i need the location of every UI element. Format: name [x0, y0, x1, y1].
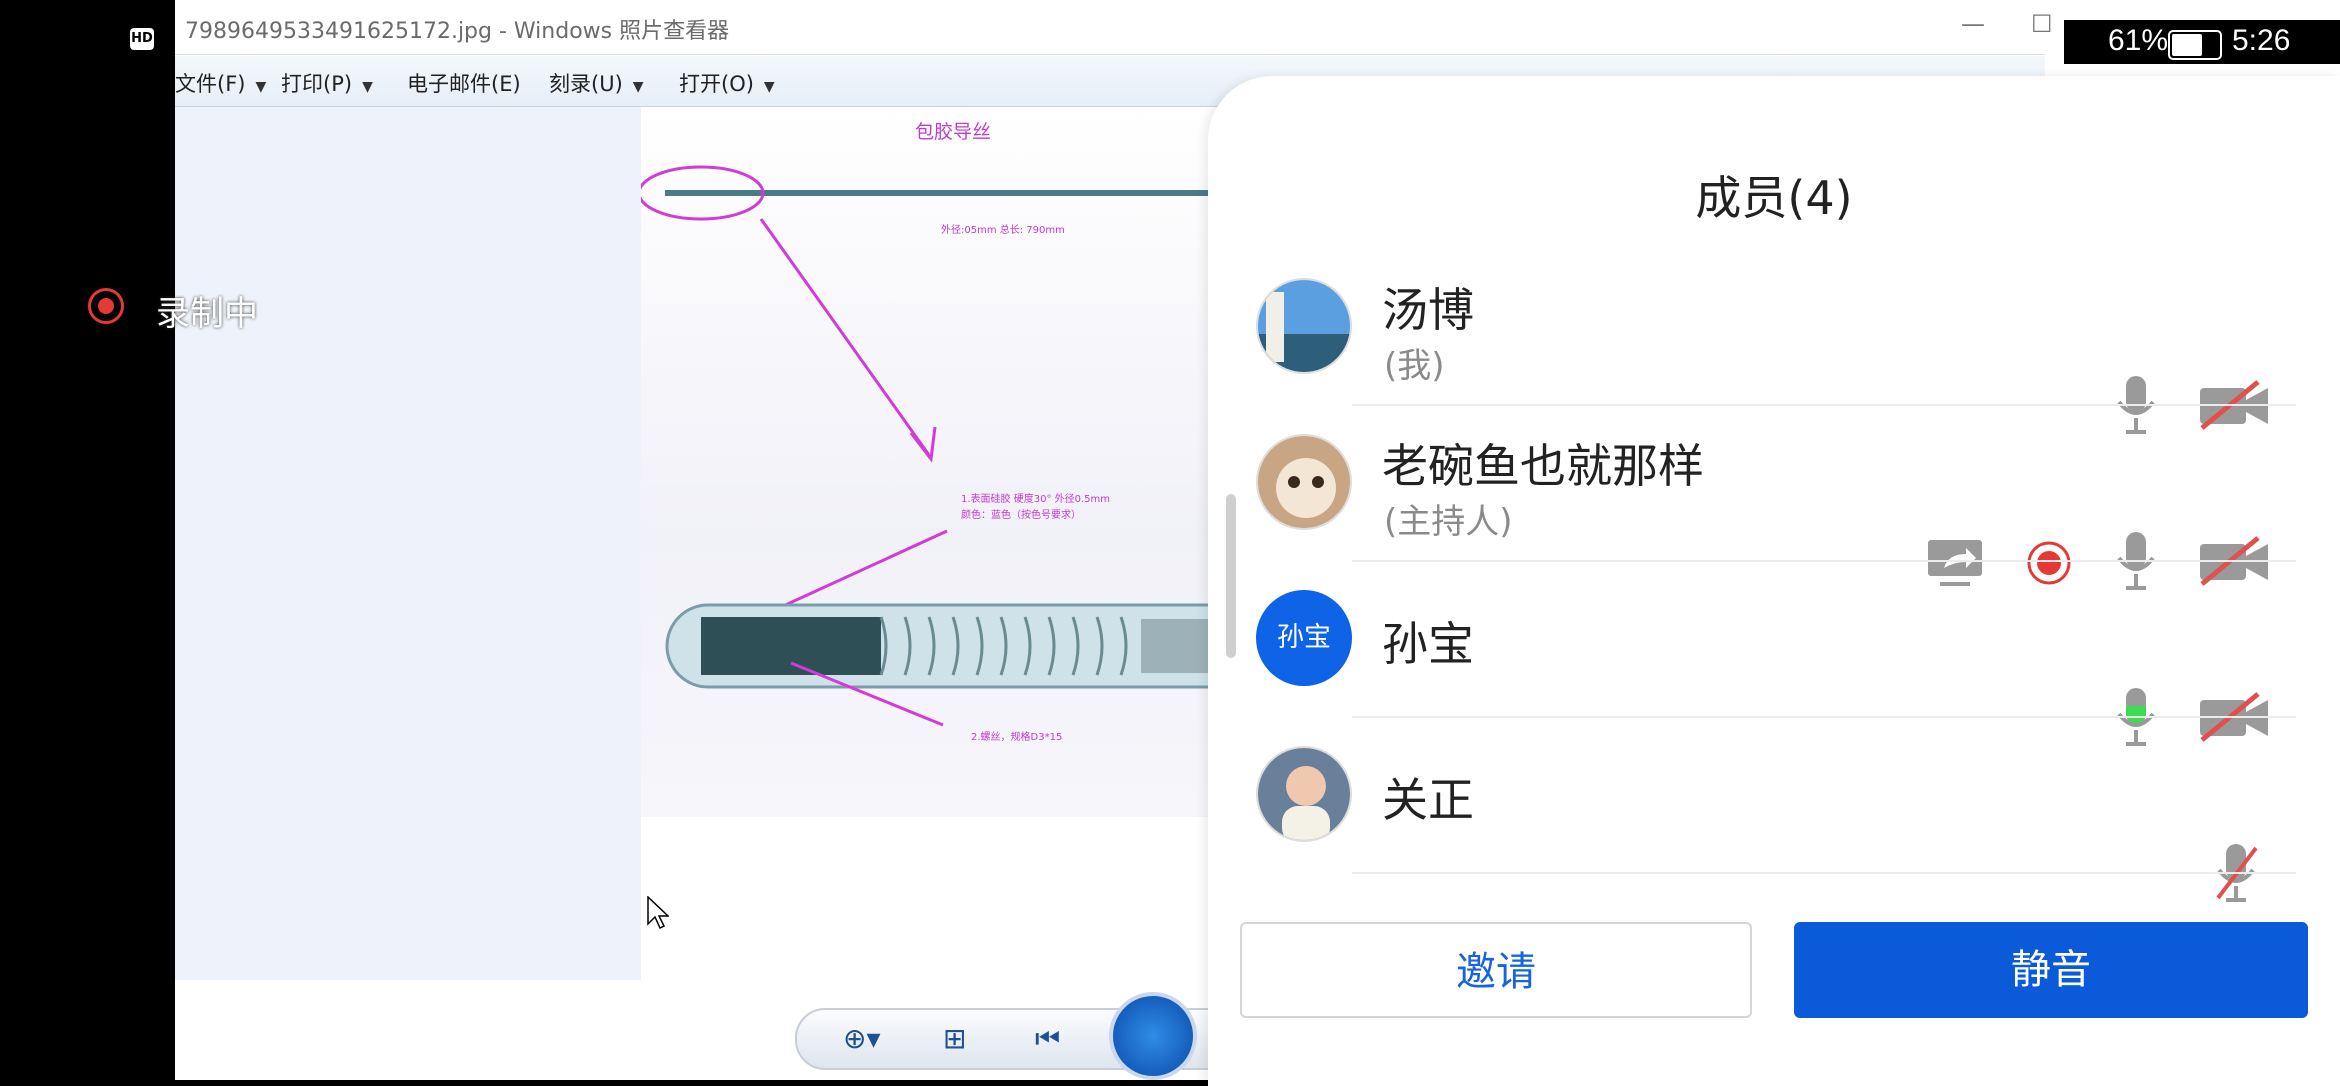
menu-print-label: 打印(P): [281, 72, 353, 96]
menu-email[interactable]: 电子邮件(E): [407, 68, 521, 98]
diagram-title: 包胶导丝: [915, 121, 991, 143]
avatar: 孙宝: [1256, 590, 1352, 686]
arrow-line: [759, 218, 931, 456]
chevron-down-icon: ▼: [632, 79, 644, 95]
member-row[interactable]: 关正: [1208, 718, 2340, 902]
status-bar: 61% 5:26: [2064, 20, 2340, 64]
members-panel: 成员(4) 汤博 (我) 老碗鱼也就那样 (主持人) 孙宝 孙宝 关正 邀请 静…: [1208, 76, 2340, 1086]
viewer-left-pane: [175, 107, 641, 980]
arrow-head: [909, 426, 937, 463]
member-name: 老碗鱼也就那样: [1382, 439, 1704, 493]
menu-email-label: 电子邮件(E): [407, 72, 521, 96]
menu-burn[interactable]: 刻录(U) ▼: [549, 68, 644, 98]
diagram-note1-color: 颜色：蓝色（按色号要求）: [961, 508, 1081, 521]
window-titlebar: 7989649533491625172.jpg - Windows 照片查看器 …: [175, 0, 2053, 55]
wire-core: [701, 617, 881, 675]
chevron-down-icon: ▼: [362, 79, 373, 95]
fit-window-icon[interactable]: ⊞: [943, 1022, 966, 1055]
diagram-note1: 1.表面硅胶 硬度30° 外径0.5mm: [961, 492, 1110, 505]
record-icon: [88, 288, 124, 324]
menu-file-label: 文件(F): [175, 72, 246, 96]
panel-title: 成员(4): [1695, 171, 1853, 225]
diagram-spec: 外径:05mm 总长: 790mm: [941, 223, 1065, 236]
member-role: (我): [1384, 346, 1445, 386]
menu-print[interactable]: 打印(P) ▼: [281, 68, 373, 98]
invite-button[interactable]: 邀请: [1240, 922, 1752, 1018]
previous-icon[interactable]: ⏮: [1035, 1022, 1060, 1056]
recording-label: 录制中: [156, 294, 258, 334]
menu-burn-label: 刻录(U): [549, 72, 623, 96]
member-row[interactable]: 老碗鱼也就那样 (主持人): [1208, 406, 2340, 590]
battery-icon: [2168, 30, 2222, 60]
member-name: 孙宝: [1382, 617, 1474, 671]
member-row[interactable]: 孙宝 孙宝: [1208, 562, 2340, 746]
member-name: 汤博: [1382, 283, 1474, 337]
member-name: 关正: [1382, 773, 1474, 827]
arrow-line: [780, 529, 948, 609]
battery-percent: 61%: [2108, 24, 2169, 57]
avatar: [1256, 434, 1352, 530]
avatar: [1256, 278, 1352, 374]
hd-badge: HD: [130, 28, 154, 50]
menu-open[interactable]: 打开(O) ▼: [679, 68, 775, 98]
mute-all-button[interactable]: 静音: [1794, 922, 2308, 1018]
window-title: 7989649533491625172.jpg - Windows 照片查看器: [185, 19, 730, 44]
slideshow-button[interactable]: [1109, 992, 1197, 1080]
cursor-icon: [647, 896, 669, 930]
clock: 5:26: [2232, 24, 2291, 57]
minimize-icon[interactable]: —: [1961, 10, 1985, 38]
maximize-icon[interactable]: ☐: [2031, 10, 2053, 38]
chevron-down-icon: ▼: [255, 79, 267, 95]
menu-open-label: 打开(O): [679, 72, 754, 96]
member-row[interactable]: 汤博 (我): [1208, 250, 2340, 434]
chevron-down-icon: ▼: [763, 79, 775, 95]
diagram-note2: 2.螺丝，规格D3*15: [971, 730, 1062, 743]
avatar: [1256, 746, 1352, 842]
zoom-icon[interactable]: ⊕▾: [843, 1022, 881, 1055]
member-role: (主持人): [1384, 502, 1513, 542]
menu-file[interactable]: 文件(F) ▼: [175, 68, 266, 98]
divider: [1352, 872, 2296, 874]
